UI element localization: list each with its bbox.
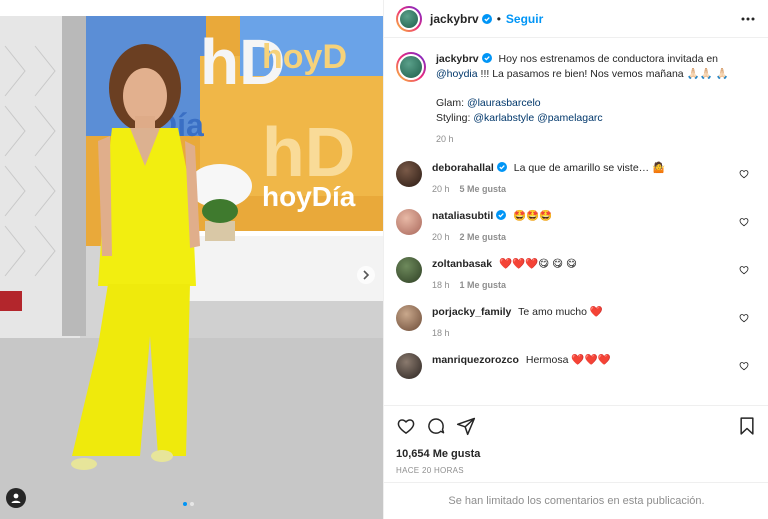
next-image-button[interactable] (357, 266, 375, 284)
verified-badge-icon (496, 210, 507, 220)
comment-time[interactable]: 20 h (432, 232, 450, 242)
likes-count[interactable]: 10,654 Me gusta (396, 448, 757, 460)
comment-text: ❤️❤️❤️😋 😋 😋 (499, 258, 577, 270)
tagged-users-button[interactable] (6, 488, 26, 508)
separator-dot: • (496, 11, 501, 26)
post-photo: hD hoyD Día hoyDía hD (0, 16, 383, 519)
author-avatar-ring[interactable] (396, 5, 422, 32)
like-heart-icon[interactable] (396, 416, 416, 436)
carousel-indicator (183, 502, 194, 506)
share-send-icon[interactable] (456, 416, 476, 436)
post-media[interactable]: hD hoyD Día hoyDía hD (0, 16, 383, 519)
author-avatar (398, 7, 420, 30)
heart-outline-icon[interactable] (739, 265, 749, 275)
comment-icon[interactable] (426, 416, 446, 436)
comment-text: La que de amarillo se viste… 🤷 (513, 162, 666, 174)
heart-outline-icon[interactable] (739, 169, 749, 179)
comment-likes[interactable]: 1 Me gusta (460, 280, 507, 290)
heart-outline-icon[interactable] (739, 361, 749, 371)
verified-badge-icon (481, 53, 492, 63)
comments-limited-notice: Se han limitado los comentarios en esta … (384, 482, 768, 519)
carousel-dot-active (183, 502, 187, 506)
caption-avatar (398, 54, 424, 80)
more-horizontal-icon (741, 17, 755, 20)
follow-button[interactable]: Seguir (506, 12, 543, 26)
caption-text-2: !!! La pasamos re bien! Nos vemos mañana… (480, 68, 729, 80)
comment-text: 🤩🤩🤩 (513, 210, 553, 222)
comment-username[interactable]: porjacky_family (432, 306, 511, 318)
verified-badge-icon (481, 13, 492, 24)
comment-item: zoltanbasak ❤️❤️❤️😋 😋 😋 18 h 1 Me gusta (396, 257, 757, 293)
comment-avatar[interactable] (396, 353, 422, 379)
comment-avatar[interactable] (396, 161, 422, 187)
comment-avatar[interactable] (396, 305, 422, 331)
caption-avatar-ring[interactable] (396, 52, 426, 82)
carousel-dot (190, 502, 194, 506)
author-username[interactable]: jackybrv (430, 12, 492, 26)
comment-username[interactable]: nataliasubtil (432, 210, 507, 222)
heart-outline-icon[interactable] (739, 217, 749, 227)
comment-avatar[interactable] (396, 209, 422, 235)
post-caption: jackybrv Hoy nos estrenamos de conductor… (396, 44, 757, 147)
comment-username[interactable]: zoltanbasak (432, 258, 492, 270)
mention-link[interactable]: @pamelagarc (537, 112, 603, 124)
comment-text: Hermosa ❤️❤️❤️ (525, 354, 611, 366)
comment-item: manriquezorozco Hermosa ❤️❤️❤️ (396, 353, 757, 379)
heart-outline-icon[interactable] (739, 313, 749, 323)
comment-item: deborahallal La que de amarillo se viste… (396, 161, 757, 197)
mention-link[interactable]: @hoydia (436, 68, 478, 80)
comment-time[interactable]: 18 h (432, 280, 450, 290)
svg-text:hD: hD (262, 113, 355, 191)
comment-item: porjacky_family Te amo mucho ❤️ 18 h (396, 305, 757, 341)
comment-item: nataliasubtil 🤩🤩🤩 20 h 2 Me gusta (396, 209, 757, 245)
bookmark-icon[interactable] (737, 416, 757, 436)
caption-time[interactable]: 20 h (436, 134, 454, 144)
post-actions: 10,654 Me gusta HACE 20 HORAS (384, 405, 768, 475)
user-icon (11, 493, 21, 503)
comment-avatar[interactable] (396, 257, 422, 283)
comment-likes[interactable]: 5 Me gusta (460, 184, 507, 194)
chevron-right-icon (363, 270, 370, 280)
more-options-button[interactable] (740, 11, 756, 27)
mention-link[interactable]: @laurasbarcelo (467, 97, 541, 109)
comment-text: Te amo mucho ❤️ (518, 306, 603, 318)
comments-list[interactable]: jackybrv Hoy nos estrenamos de conductor… (384, 44, 768, 402)
caption-text-1: Hoy nos estrenamos de conductora invitad… (498, 53, 719, 65)
styling-label: Styling: (436, 112, 471, 124)
verified-badge-icon (496, 162, 507, 172)
post-sidebar: jackybrv • Seguir jackybrv Hoy nos estre… (383, 0, 768, 519)
caption-username[interactable]: jackybrv (436, 53, 492, 65)
post-timestamp[interactable]: HACE 20 HORAS (396, 466, 757, 475)
svg-text:hoyD: hoyD (262, 38, 347, 76)
comment-likes[interactable]: 2 Me gusta (460, 232, 507, 242)
comment-username[interactable]: manriquezorozco (432, 354, 519, 366)
comment-time[interactable]: 20 h (432, 184, 450, 194)
post-header: jackybrv • Seguir (384, 0, 768, 38)
mention-link[interactable]: @karlabstyle (473, 112, 534, 124)
comment-username[interactable]: deborahallal (432, 162, 507, 174)
glam-label: Glam: (436, 97, 465, 109)
comment-time[interactable]: 18 h (432, 328, 450, 338)
